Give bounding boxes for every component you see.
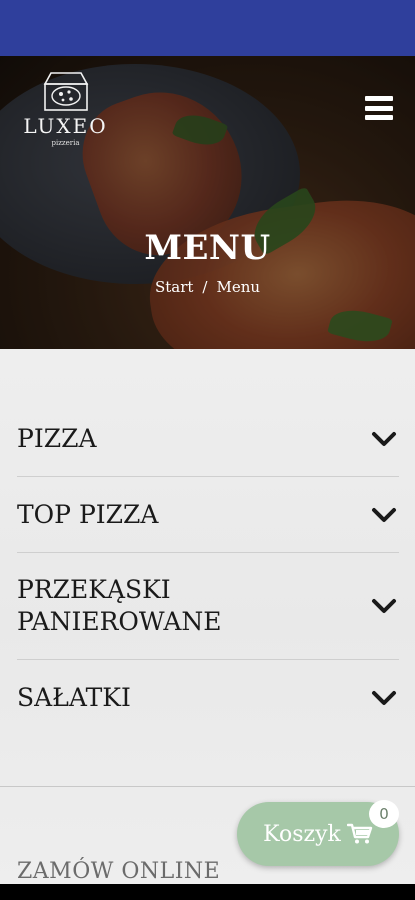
cart-label: Koszyk [263,821,341,847]
category-list: PIZZA TOP PIZZA PRZEKĄSKI PANIEROWANE SA… [17,401,399,735]
chevron-down-icon [372,599,396,613]
section-divider [0,786,415,787]
brand-logo[interactable]: LUXEO pizzeria [18,70,113,156]
brand-subtitle: pizzeria [51,139,80,147]
pizza-box-icon [43,72,88,111]
category-label: TOP PIZZA [17,499,159,529]
breadcrumb-start-link[interactable]: Start [155,278,193,296]
breadcrumb-separator: / [202,278,208,296]
cart-count-badge: 0 [369,800,399,828]
breadcrumb: Start / Menu [0,278,415,296]
category-item-salatki[interactable]: SAŁATKI [17,660,399,735]
hamburger-line [365,115,393,120]
category-label: PRZEKĄSKI PANIEROWANE [17,575,222,636]
category-item-pizza[interactable]: PIZZA [17,401,399,477]
category-item-top-pizza[interactable]: TOP PIZZA [17,477,399,553]
chevron-down-icon [372,431,396,446]
category-label: PIZZA [17,423,97,453]
brand-name: LUXEO [23,114,108,138]
order-online-heading: ZAMÓW ONLINE [17,859,221,884]
chevron-down-icon [372,690,396,705]
status-bar [0,0,415,56]
hamburger-line [365,105,393,111]
cart-icon [346,823,373,844]
system-nav-bar [0,884,415,900]
chevron-down-icon [372,507,396,522]
category-label: SAŁATKI [17,682,131,712]
hamburger-line [365,96,393,101]
page-title: MENU [144,228,271,268]
breadcrumb-current: Menu [216,278,261,296]
hamburger-icon[interactable] [365,96,393,120]
category-item-przekaski-panierowane[interactable]: PRZEKĄSKI PANIEROWANE [17,553,399,660]
